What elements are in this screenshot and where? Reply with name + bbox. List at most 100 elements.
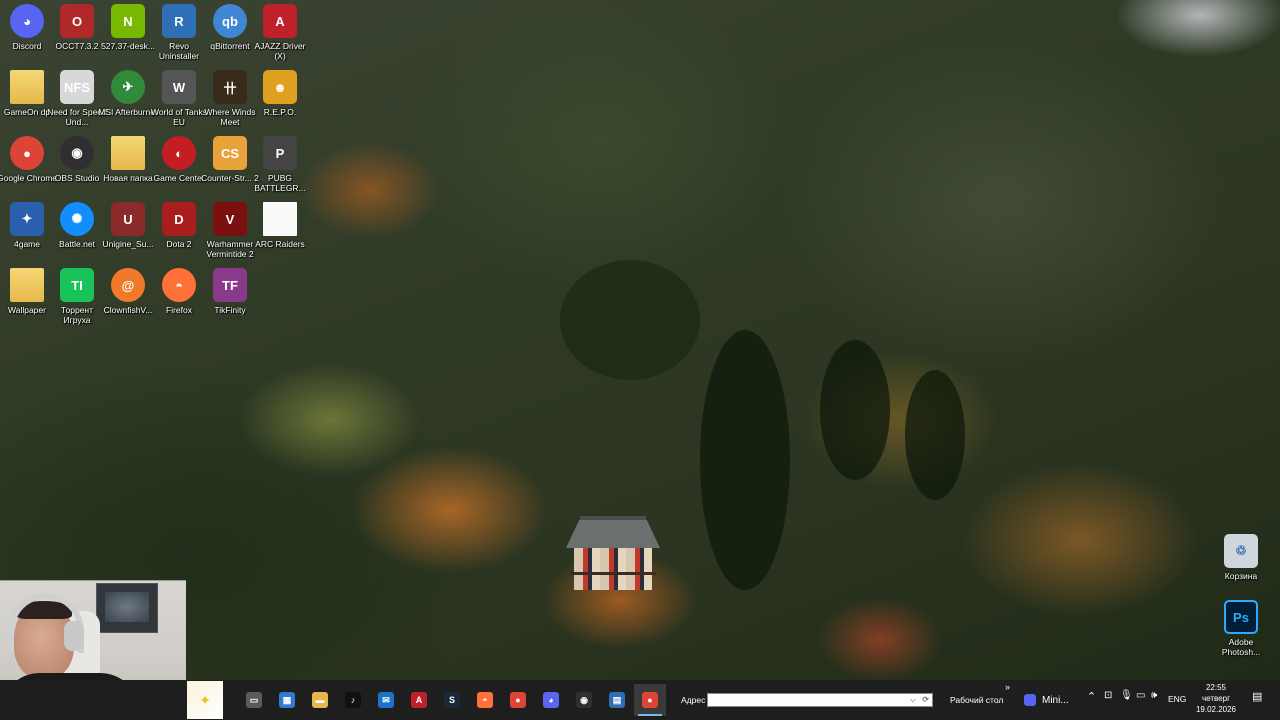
taskbar-button[interactable]: S xyxy=(436,684,468,716)
desktop-wallpaper: ◕ Discord O OCCT7.3.2 N 527.37-desk... R Revo U… xyxy=(0,0,1280,680)
folder-icon xyxy=(111,136,145,170)
chrome-active-taskbar-icon: ● xyxy=(642,692,658,708)
recycle-bin-icon: ♲ xyxy=(1224,534,1258,568)
desktop-icon[interactable]: ✦ 4game xyxy=(0,202,54,266)
qbittorrent-icon: qb xyxy=(213,4,247,38)
mini-app-icon xyxy=(1024,694,1036,706)
photoshop-icon: Ps xyxy=(1224,600,1258,634)
taskbar-button[interactable]: ● xyxy=(634,684,666,716)
task-view-icon: ▭ xyxy=(246,692,262,708)
desktop-toolbar-label[interactable]: Рабочий стол xyxy=(950,695,1003,705)
taskbar-button[interactable]: ◕ xyxy=(535,684,567,716)
desktop-icon-label: TikFinity xyxy=(214,305,246,315)
desktop-icon[interactable]: ✈ MSI Afterburner xyxy=(98,70,158,134)
document-icon xyxy=(263,202,297,236)
taskbar-button[interactable]: ▦ xyxy=(271,684,303,716)
mini-app-taskbar-button[interactable]: Mini... xyxy=(1024,690,1090,710)
4game-icon: ✦ xyxy=(10,202,44,236)
taskbar-button[interactable]: ✉ xyxy=(370,684,402,716)
desktop-icon[interactable]: P PUBG BATTLEGR... xyxy=(253,136,307,200)
discord-icon: ◕ xyxy=(10,4,44,38)
search-highlight-icon[interactable]: ✦ xyxy=(187,681,223,719)
taskbar-button[interactable]: ▬ xyxy=(304,684,336,716)
msi-afterburner-icon: ✈ xyxy=(111,70,145,104)
desktop-icon[interactable]: O OCCT7.3.2 xyxy=(50,4,104,68)
desktop-icon-label: R.E.P.O. xyxy=(263,107,297,117)
chrome-icon: ● xyxy=(10,136,44,170)
show-hidden-icons-icon[interactable]: ⌃ xyxy=(1087,690,1096,703)
toolbar-chevron[interactable]: » xyxy=(1005,682,1010,692)
taskbar-button[interactable]: ♪ xyxy=(337,684,369,716)
volume-icon[interactable]: 🕪 xyxy=(1151,690,1157,701)
discord-taskbar-icon: ◕ xyxy=(543,692,559,708)
wall-poster xyxy=(96,583,158,633)
clock[interactable]: 22:55 четверг 19.02.2026 xyxy=(1192,682,1240,715)
taskbar-button[interactable]: ◉ xyxy=(568,684,600,716)
counter-strike-icon: CS xyxy=(213,136,247,170)
desktop-icon[interactable]: 卄 Where Winds Meet xyxy=(203,70,257,134)
desktop-icon[interactable]: D Dota 2 xyxy=(152,202,206,266)
desktop-icon[interactable]: N 527.37-desk... xyxy=(101,4,155,68)
desktop-icon[interactable]: @ ClownfishV... xyxy=(101,268,155,332)
taskbar-button[interactable]: ▭ xyxy=(238,684,270,716)
desktop-icon-label: Adobe Photosh... xyxy=(1221,637,1261,657)
desktop-icon[interactable]: V Warhammer Vermintide 2 xyxy=(203,202,257,266)
desktop-icon[interactable]: ✺ Battle.net xyxy=(50,202,104,266)
desktop-icon[interactable]: NFS Need for Speed Und... xyxy=(47,70,107,134)
desktop-icon[interactable]: Wallpaper xyxy=(0,268,54,332)
desktop-icon[interactable]: ◐ Game Center xyxy=(152,136,206,200)
obs-icon: ◉ xyxy=(60,136,94,170)
dark-tree xyxy=(820,340,890,480)
mail-icon: ✉ xyxy=(378,692,394,708)
desktop-icon[interactable]: ● Google Chrome xyxy=(0,136,57,200)
occt-icon: O xyxy=(60,4,94,38)
repo-game-icon: ☻ xyxy=(263,70,297,104)
desktop-icon[interactable]: A AJAZZ Driver (X) xyxy=(253,4,307,68)
desktop-icon[interactable]: CS Counter-Str... 2 xyxy=(201,136,259,200)
dark-tree xyxy=(560,260,700,380)
desktop-icon[interactable]: TF TikFinity xyxy=(203,268,257,332)
dark-tree xyxy=(905,370,965,500)
desktop-icon[interactable]: ◕ Discord xyxy=(0,4,54,68)
desktop-icon-label: PUBG BATTLEGR... xyxy=(254,173,306,193)
desktop-icon[interactable]: W World of Tanks EU xyxy=(151,70,207,134)
go-arrow-icon[interactable]: ⟳ xyxy=(922,695,929,704)
desktop-icon[interactable]: ARC Raiders xyxy=(253,202,307,266)
taskbar-button[interactable]: ▤ xyxy=(601,684,633,716)
unigine-icon: U xyxy=(111,202,145,236)
desktop-icon[interactable]: ◉ OBS Studio xyxy=(50,136,104,200)
tiktok-icon: ♪ xyxy=(345,692,361,708)
desktop-icon[interactable]: U Unigine_Su... xyxy=(101,202,155,266)
steam-icon: S xyxy=(444,692,460,708)
dota2-icon: D xyxy=(162,202,196,236)
chevron-down-icon[interactable]: ⌵ xyxy=(910,695,916,705)
nvidia-installer-icon: N xyxy=(111,4,145,38)
desktop-icon[interactable]: TI Торрент Игруха xyxy=(50,268,104,332)
desktop-icon[interactable]: GameOn dp xyxy=(0,70,54,134)
vermintide-icon: V xyxy=(213,202,247,236)
app-taskbar-icon: ▤ xyxy=(609,692,625,708)
taskbar-button[interactable]: ● xyxy=(502,684,534,716)
network-adapter-icon[interactable]: ⊡ xyxy=(1104,690,1112,701)
desktop-icon[interactable]: ☻ R.E.P.O. xyxy=(253,70,307,134)
desktop-icon-label: Корзина xyxy=(1224,571,1258,581)
desktop-icon[interactable]: ◓ Firefox xyxy=(152,268,206,332)
taskbar-button[interactable]: ◓ xyxy=(469,684,501,716)
ajazz-driver-icon: A xyxy=(263,4,297,38)
desktop-icon[interactable]: Ps Adobe Photosh... xyxy=(1214,600,1268,664)
desktop-icon[interactable]: R Revo Uninstaller xyxy=(152,4,206,68)
notification-center-icon[interactable]: ▤ xyxy=(1252,690,1262,703)
desktop-icon[interactable]: qb qBittorrent xyxy=(203,4,257,68)
chrome-taskbar-icon: ● xyxy=(510,692,526,708)
revo-uninstaller-icon: R xyxy=(162,4,196,38)
desktop-icon[interactable]: Новая папка xyxy=(101,136,155,200)
pagoda-house xyxy=(566,516,660,596)
network-icon[interactable]: ▭ xyxy=(1136,690,1145,701)
microphone-icon[interactable]: 🎙 xyxy=(1120,690,1133,701)
taskbar-button[interactable]: A xyxy=(403,684,435,716)
language-indicator[interactable]: ENG xyxy=(1168,694,1186,704)
world-of-tanks-icon: W xyxy=(162,70,196,104)
address-input[interactable]: ⌵ ⟳ xyxy=(707,693,933,707)
desktop-icon[interactable]: ♲ Корзина xyxy=(1214,534,1268,598)
file-explorer-icon: ▬ xyxy=(312,692,328,708)
